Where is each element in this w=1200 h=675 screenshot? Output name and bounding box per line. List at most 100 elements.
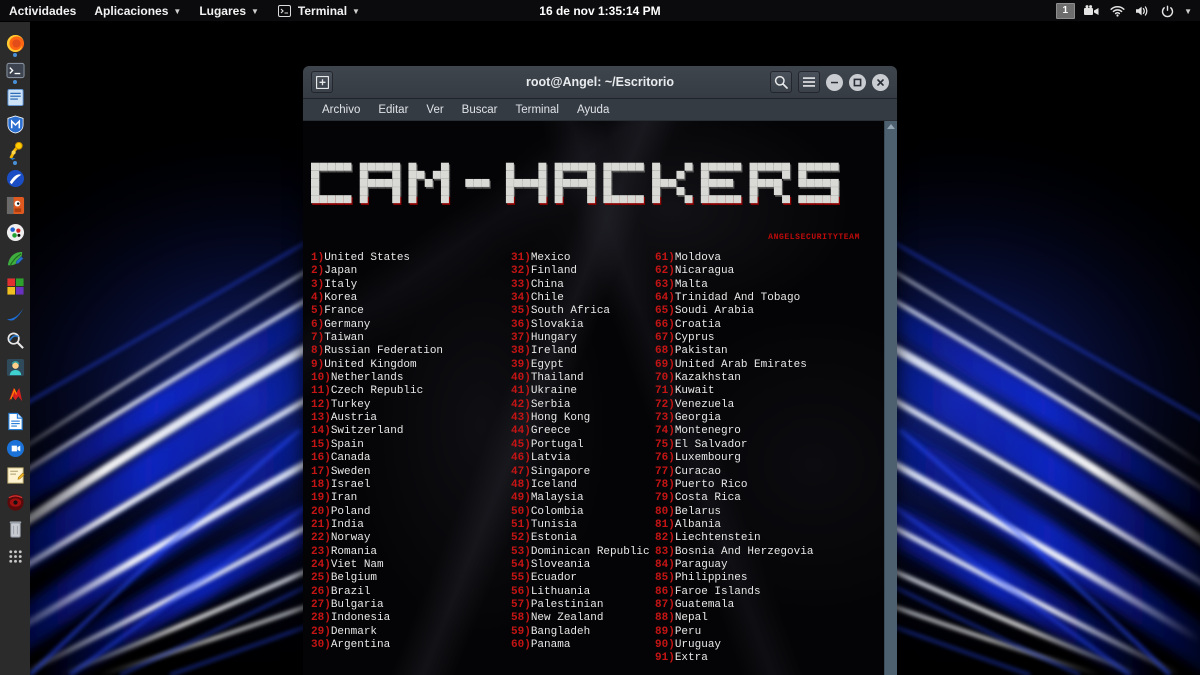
- menu-terminal[interactable]: Terminal: [506, 99, 567, 121]
- country-name: Latvia: [530, 452, 571, 465]
- activities-button[interactable]: Actividades: [0, 0, 85, 22]
- menu-ver[interactable]: Ver: [417, 99, 452, 121]
- country-row: 15)Spain: [311, 439, 511, 452]
- search-button[interactable]: [770, 71, 792, 93]
- zenmap-icon: [7, 332, 24, 349]
- country-row: 37)Hungary: [511, 332, 655, 345]
- dock-item-metasploit[interactable]: [4, 113, 26, 135]
- country-name: Netherlands: [330, 372, 404, 385]
- country-number: 50): [511, 505, 531, 518]
- country-name: Uruguay: [674, 638, 722, 651]
- power-icon[interactable]: [1159, 4, 1175, 18]
- country-row: 56)Lithuania: [511, 586, 655, 599]
- country-name: Switzerland: [330, 425, 404, 438]
- dock-item-terminal[interactable]: [4, 59, 26, 84]
- terminal-titlebar[interactable]: root@Angel: ~/Escritorio: [303, 66, 897, 99]
- menu-buscar[interactable]: Buscar: [453, 99, 507, 121]
- volume-icon[interactable]: [1134, 4, 1150, 18]
- maximize-button[interactable]: [849, 73, 866, 91]
- country-name: South Africa: [530, 305, 611, 318]
- new-tab-button[interactable]: [311, 71, 333, 93]
- dock-item-beef[interactable]: [4, 491, 26, 513]
- leafpad-icon: [7, 251, 24, 266]
- country-number: 74): [655, 425, 675, 438]
- active-app-menu[interactable]: Terminal ▼: [268, 0, 369, 22]
- dock-item-show-applications[interactable]: [4, 545, 26, 567]
- country-number: 28): [311, 612, 331, 625]
- applications-menu[interactable]: Aplicaciones ▼: [85, 0, 190, 22]
- dock-item-video-player[interactable]: [4, 437, 26, 459]
- dock-item-burpsuite[interactable]: [4, 140, 26, 165]
- dock-item-libreoffice-writer[interactable]: [4, 410, 26, 432]
- workspace-indicator[interactable]: 1: [1055, 3, 1076, 19]
- dock-item-aircrack[interactable]: [4, 356, 26, 378]
- country-number: 3): [311, 278, 325, 291]
- country-name: Thailand: [530, 372, 584, 385]
- country-number: 17): [311, 465, 331, 478]
- screencast-icon[interactable]: [1084, 4, 1100, 18]
- country-name: Hungary: [530, 332, 578, 345]
- country-row: 33)China: [511, 279, 655, 292]
- metasploit-icon: [7, 115, 23, 133]
- country-row: 10)Netherlands: [311, 372, 511, 385]
- country-row: 29)Denmark: [311, 626, 511, 639]
- dock-item-gimp[interactable]: [4, 194, 26, 216]
- menu-editar[interactable]: Editar: [369, 99, 417, 121]
- country-row: 31)Mexico: [511, 252, 655, 265]
- dock-item-hydra[interactable]: [4, 221, 26, 243]
- show-applications-grid-icon: [8, 549, 22, 563]
- country-number: 76): [655, 452, 675, 465]
- country-name: Estonia: [530, 532, 578, 545]
- favorites-dock[interactable]: [0, 22, 30, 675]
- country-number: 56): [511, 585, 531, 598]
- dock-item-wireshark[interactable]: [4, 302, 26, 324]
- dock-item-windows-apps[interactable]: [4, 275, 26, 297]
- hamburger-menu-button[interactable]: [798, 71, 820, 93]
- dock-item-text-editor[interactable]: [4, 86, 26, 108]
- country-number: 18): [311, 478, 331, 491]
- system-status-area[interactable]: 1 ▼: [1055, 0, 1200, 22]
- document-icon: [7, 412, 23, 430]
- minimize-button[interactable]: [826, 73, 843, 91]
- wifi-icon[interactable]: [1109, 4, 1125, 18]
- country-number: 84): [655, 558, 675, 571]
- country-row: 17)Sweden: [311, 466, 511, 479]
- chevron-down-icon: ▼: [251, 7, 259, 16]
- country-name: Ecuador: [530, 572, 578, 585]
- menu-ayuda[interactable]: Ayuda: [568, 99, 618, 121]
- country-name: Russian Federation: [324, 345, 444, 358]
- country-name: Canada: [330, 452, 371, 465]
- terminal-output-area[interactable]: ANGELSECURITYTEAM 1)United States 2)Japan…: [303, 121, 897, 675]
- country-number: 89): [655, 625, 675, 638]
- country-name: Soudi Arabia: [674, 305, 755, 318]
- dock-item-ettercap[interactable]: [4, 167, 26, 189]
- dock-item-trash[interactable]: [4, 518, 26, 540]
- scroll-up-arrow-icon[interactable]: [887, 124, 895, 129]
- country-row: 66)Croatia: [655, 319, 855, 332]
- country-number: 59): [511, 625, 531, 638]
- country-name: Viet Nam: [330, 558, 384, 571]
- close-button[interactable]: [872, 73, 889, 91]
- wireshark-icon: [6, 306, 24, 320]
- terminal-menubar[interactable]: Archivo Editar Ver Buscar Terminal Ayuda: [303, 99, 897, 121]
- status-chevron-down-icon[interactable]: ▼: [1184, 8, 1192, 16]
- dock-item-zenmap[interactable]: [4, 329, 26, 351]
- places-menu[interactable]: Lugares ▼: [190, 0, 268, 22]
- country-number: 42): [511, 398, 531, 411]
- terminal-window[interactable]: root@Angel: ~/Escritorio Archivo Editar …: [303, 66, 897, 675]
- country-name: Egypt: [530, 358, 564, 371]
- menu-archivo[interactable]: Archivo: [313, 99, 369, 121]
- country-row: 45)Portugal: [511, 439, 655, 452]
- dock-item-johntheripper[interactable]: [4, 383, 26, 405]
- dock-item-leafpad[interactable]: [4, 248, 26, 270]
- country-row: 78)Puerto Rico: [655, 479, 855, 492]
- country-name: Finland: [530, 265, 578, 278]
- dock-item-firefox[interactable]: [4, 32, 26, 57]
- terminal-scrollbar[interactable]: [884, 121, 897, 675]
- country-number: 30): [311, 638, 331, 651]
- dock-item-notes[interactable]: [4, 464, 26, 486]
- country-row: 77)Curacao: [655, 466, 855, 479]
- country-name: Croatia: [674, 318, 722, 331]
- country-number: 4): [311, 292, 325, 305]
- country-row: 68)Pakistan: [655, 345, 855, 358]
